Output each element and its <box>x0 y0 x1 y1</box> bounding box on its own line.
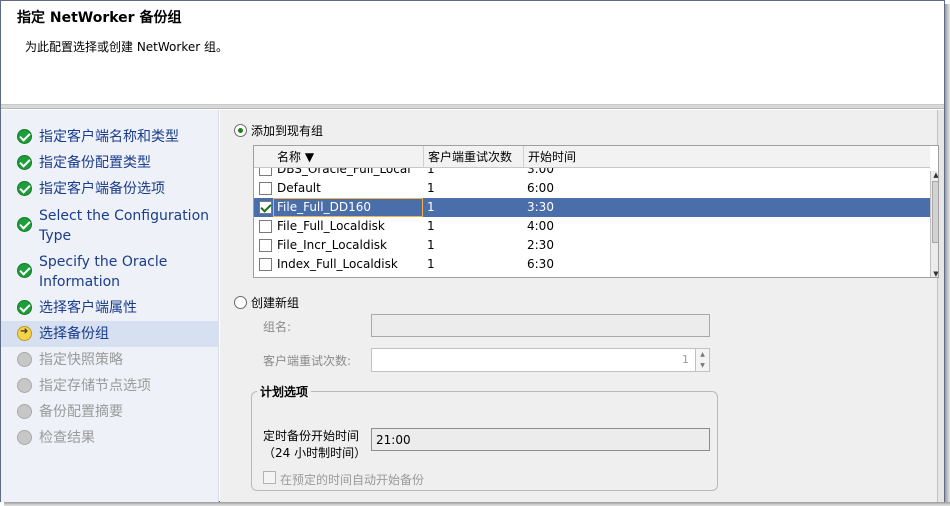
table-row[interactable]: Default 1 6:00 <box>254 179 930 198</box>
step-client-backup-options[interactable]: 指定客户端备份选项 <box>1 178 219 202</box>
arrow-current-step-icon <box>17 326 32 341</box>
pending-circle-icon <box>17 352 32 367</box>
step-label: 指定存储节点选项 <box>39 378 151 394</box>
step-label: 选择客户端属性 <box>39 300 137 316</box>
step-label-line1: Specify the Oracle <box>39 254 168 270</box>
schedule-start-time-input[interactable]: 21:00 <box>371 428 710 451</box>
check-circle-icon <box>17 181 32 196</box>
cell-start-time: 4:00 <box>527 219 554 233</box>
step-label-line2: Type <box>39 228 72 244</box>
check-circle-icon <box>17 155 32 170</box>
cell-retries: 1 <box>427 181 435 195</box>
create-new-group-radio[interactable] <box>234 296 247 309</box>
step-label: 指定客户端名称和类型 <box>39 129 179 145</box>
schedule-options-title: 计划选项 <box>257 383 312 400</box>
step-select-backup-group[interactable]: 选择备份组 <box>1 321 219 347</box>
check-circle-icon <box>17 217 32 232</box>
wizard-steps-sidebar: 指定客户端名称和类型 指定备份配置类型 指定客户端备份选项 Select the… <box>1 110 219 502</box>
add-to-existing-group-label: 添加到现有组 <box>251 124 324 138</box>
step-client-name-type[interactable]: 指定客户端名称和类型 <box>1 126 219 150</box>
auto-start-checkbox[interactable] <box>263 471 276 484</box>
scroll-down-arrow-icon[interactable]: ▼ <box>932 270 938 277</box>
window-shadow-bottom <box>4 502 950 506</box>
step-label: 备份配置摘要 <box>39 404 123 420</box>
stepper-down-icon[interactable]: ▼ <box>696 360 709 371</box>
column-header-name[interactable]: 名称 ▼ <box>273 146 423 168</box>
scroll-thumb[interactable] <box>932 181 938 243</box>
step-backup-config-type[interactable]: 指定备份配置类型 <box>1 152 219 176</box>
groups-table: 名称 ▼ 客户端重试次数 开始时间 DBS_Oracle_Full_Local … <box>253 145 939 278</box>
page-subtitle: 为此配置选择或创建 NetWorker 组。 <box>25 40 228 54</box>
step-backup-config-summary: 备份配置摘要 <box>1 401 219 425</box>
group-name-label: 组名: <box>263 320 292 334</box>
client-retries-value: 1 <box>682 353 689 366</box>
step-select-configuration-type[interactable]: Select the Configuration Type <box>1 205 219 249</box>
step-label: 指定快照策略 <box>39 352 123 368</box>
scroll-up-arrow-icon[interactable]: ▲ <box>932 171 938 180</box>
cell-name: File_Incr_Localdisk <box>277 238 388 252</box>
table-row[interactable]: File_Incr_Localdisk 1 2:30 <box>254 236 930 255</box>
page-title: 指定 NetWorker 备份组 <box>17 10 182 26</box>
cell-start-time: 3:30 <box>527 200 554 214</box>
cell-start-time: 2:30 <box>527 238 554 252</box>
stepper-up-icon[interactable]: ▲ <box>696 349 709 360</box>
client-retries-stepper[interactable]: 1 ▲ ▼ <box>371 348 710 372</box>
step-client-properties[interactable]: 选择客户端属性 <box>1 297 219 321</box>
step-label-line2: Information <box>39 274 121 290</box>
table-header-overlay: 名称 ▼ 客户端重试次数 开始时间 <box>254 146 930 168</box>
step-specify-oracle-information[interactable]: Specify the Oracle Information <box>1 251 219 295</box>
pending-circle-icon <box>17 404 32 419</box>
table-scrollbar[interactable]: ▲ ▼ <box>930 171 938 277</box>
table-row[interactable]: File_Full_Localdisk 1 4:00 <box>254 217 930 236</box>
row-checkbox[interactable] <box>259 182 272 195</box>
check-circle-icon <box>17 263 32 278</box>
cell-name: Index_Full_Localdisk <box>277 257 398 271</box>
check-circle-icon <box>17 129 32 144</box>
window-shadow-right <box>945 4 950 506</box>
wizard-header: 指定 NetWorker 备份组 为此配置选择或创建 NetWorker 组。 <box>1 1 944 105</box>
step-snapshot-policy: 指定快照策略 <box>1 349 219 373</box>
cell-start-time: 6:30 <box>527 257 554 271</box>
table-row[interactable]: Index_Full_Localdisk 1 6:30 <box>254 255 930 274</box>
create-new-group-label: 创建新组 <box>251 296 300 310</box>
cell-retries: 1 <box>427 238 435 252</box>
header-divider <box>1 105 944 109</box>
pending-circle-icon <box>17 430 32 445</box>
cell-name: Default <box>277 181 321 195</box>
step-label-line1: Select the Configuration <box>39 208 210 224</box>
row-checkbox[interactable] <box>259 239 272 252</box>
group-name-input[interactable] <box>371 314 710 337</box>
cell-name: File_Full_DD160 <box>277 200 371 214</box>
row-checkbox[interactable] <box>259 201 272 214</box>
step-label: 指定客户端备份选项 <box>39 181 165 197</box>
auto-start-label: 在预定的时间自动开始备份 <box>280 473 425 487</box>
check-circle-icon <box>17 300 32 315</box>
step-label: 检查结果 <box>39 430 95 446</box>
schedule-start-label-line1: 定时备份开始时间 <box>263 429 360 443</box>
client-retries-label: 客户端重试次数: <box>263 354 352 368</box>
row-checkbox[interactable] <box>259 258 272 271</box>
cell-start-time: 6:00 <box>527 181 554 195</box>
cell-retries: 1 <box>427 219 435 233</box>
cell-retries: 1 <box>427 200 435 214</box>
cell-name: File_Full_Localdisk <box>277 219 385 233</box>
column-header-start-time[interactable]: 开始时间 <box>523 146 930 168</box>
step-storage-node-options: 指定存储节点选项 <box>1 375 219 399</box>
step-label: 指定备份配置类型 <box>39 155 151 171</box>
step-label: 选择备份组 <box>39 326 109 342</box>
pending-circle-icon <box>17 378 32 393</box>
cell-retries: 1 <box>427 257 435 271</box>
schedule-start-label-line2: （24 小时制时间） <box>263 446 367 460</box>
step-check-results: 检查结果 <box>1 427 219 451</box>
row-checkbox[interactable] <box>259 220 272 233</box>
stepper-buttons[interactable]: ▲ ▼ <box>695 349 709 371</box>
table-row-selected[interactable]: File_Full_DD160 1 3:30 <box>254 198 930 217</box>
add-to-existing-group-radio[interactable] <box>234 124 247 137</box>
column-header-retries[interactable]: 客户端重试次数 <box>423 146 523 168</box>
